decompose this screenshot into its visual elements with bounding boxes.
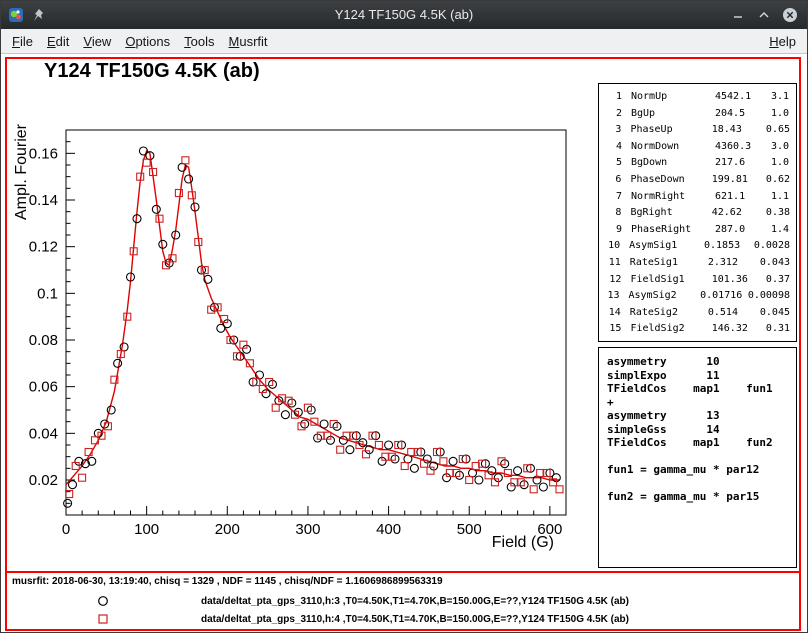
legend-pad-border: [5, 571, 801, 573]
param-row: 14RateSig20.5140.045: [605, 305, 790, 322]
svg-text:0.14: 0.14: [29, 192, 58, 209]
legend-label: data/deltat_pta_gps_3110,h:3 ,T0=4.50K,T…: [201, 596, 629, 607]
menu-item-musrfit[interactable]: Musrfit: [222, 31, 275, 52]
theory-line: simpleGss 14: [607, 423, 788, 437]
menu-item-tools[interactable]: Tools: [177, 31, 221, 52]
theory-line: [607, 450, 788, 464]
data-points-squares: [66, 157, 563, 498]
fourier-plot[interactable]: 01002003004005006000.020.040.060.080.10.…: [9, 60, 594, 568]
app-window: Y124 TF150G 4.5K (ab) File Edit View Opt…: [0, 0, 808, 633]
menu-item-help[interactable]: Help: [762, 31, 803, 52]
theory-line: simplExpo 11: [607, 369, 788, 383]
param-row: 7NormRight621.11.1: [605, 189, 790, 206]
fit-info: musrfit: 2018-06-30, 13:19:40, chisq = 1…: [12, 576, 443, 587]
parameter-box: 1NormUp4542.13.12BgUp204.51.03PhaseUp18.…: [598, 83, 797, 342]
svg-text:0.1: 0.1: [37, 285, 58, 302]
param-row: 13AsymSig20.017160.00098: [605, 288, 790, 305]
svg-text:0.04: 0.04: [29, 425, 58, 442]
param-row: 4NormDown4360.33.0: [605, 139, 790, 156]
theory-line: TFieldCos map1 fun2: [607, 436, 788, 450]
param-row: 3PhaseUp18.430.65: [605, 122, 790, 139]
legend-square-marker: [97, 613, 109, 625]
param-row: 10AsymSig10.18530.0028: [605, 238, 790, 255]
param-row: 9PhaseRight287.01.4: [605, 222, 790, 239]
svg-text:300: 300: [295, 521, 320, 538]
titlebar[interactable]: Y124 TF150G 4.5K (ab): [1, 1, 807, 29]
param-row: 15FieldSig2146.320.31: [605, 321, 790, 338]
plot-frame: [66, 130, 566, 515]
svg-text:500: 500: [457, 521, 482, 538]
legend-circle-marker: [97, 595, 109, 607]
app-icon: [8, 7, 24, 23]
theory-line: TFieldCos map1 fun1: [607, 382, 788, 396]
svg-text:0.08: 0.08: [29, 332, 58, 349]
minimize-button[interactable]: [730, 7, 746, 23]
param-row: 2BgUp204.51.0: [605, 106, 790, 123]
menubar: File Edit View Options Tools Musrfit Hel…: [1, 29, 807, 54]
theory-line: [607, 477, 788, 491]
theory-line: asymmetry 10: [607, 355, 788, 369]
param-row: 8BgRight42.620.38: [605, 205, 790, 222]
svg-text:100: 100: [134, 521, 159, 538]
fit-line: [66, 151, 560, 485]
param-row: 11RateSig12.3120.043: [605, 255, 790, 272]
maximize-button[interactable]: [756, 7, 772, 23]
theory-line: fun1 = gamma_mu * par12: [607, 463, 788, 477]
legend-label: data/deltat_pta_gps_3110,h:4 ,T0=4.50K,T…: [201, 614, 629, 625]
param-row: 6PhaseDown199.810.62: [605, 172, 790, 189]
menu-item-options[interactable]: Options: [118, 31, 177, 52]
svg-text:0.16: 0.16: [29, 145, 58, 162]
svg-text:0.12: 0.12: [29, 239, 58, 256]
param-row: 1NormUp4542.13.1: [605, 89, 790, 106]
legend: data/deltat_pta_gps_3110,h:3 ,T0=4.50K,T…: [1, 592, 807, 628]
param-row: 5BgDown217.61.0: [605, 155, 790, 172]
theory-line: asymmetry 13: [607, 409, 788, 423]
pin-icon[interactable]: [31, 7, 47, 23]
legend-entry: data/deltat_pta_gps_3110,h:4 ,T0=4.50K,T…: [1, 610, 807, 628]
close-button[interactable]: [782, 7, 798, 23]
svg-text:0.02: 0.02: [29, 472, 58, 489]
root-canvas[interactable]: 01002003004005006000.020.040.060.080.10.…: [1, 55, 807, 632]
svg-text:0: 0: [62, 521, 70, 538]
theory-line: fun2 = gamma_mu * par15: [607, 490, 788, 504]
menu-item-edit[interactable]: Edit: [40, 31, 76, 52]
menu-item-file[interactable]: File: [5, 31, 40, 52]
menu-item-view[interactable]: View: [76, 31, 118, 52]
svg-text:400: 400: [376, 521, 401, 538]
svg-text:0.06: 0.06: [29, 379, 58, 396]
theory-line: +: [607, 396, 788, 410]
theory-box: asymmetry 10simplExpo 11TFieldCos map1 f…: [598, 347, 797, 568]
legend-entry: data/deltat_pta_gps_3110,h:3 ,T0=4.50K,T…: [1, 592, 807, 610]
x-axis-title: Field (G): [492, 534, 554, 551]
svg-text:200: 200: [215, 521, 240, 538]
param-row: 12FieldSig1101.360.37: [605, 272, 790, 289]
y-axis-title: Ampl. Fourier: [13, 123, 30, 220]
plot-title: Y124 TF150G 4.5K (ab): [44, 60, 260, 82]
window-title: Y124 TF150G 4.5K (ab): [1, 1, 807, 29]
